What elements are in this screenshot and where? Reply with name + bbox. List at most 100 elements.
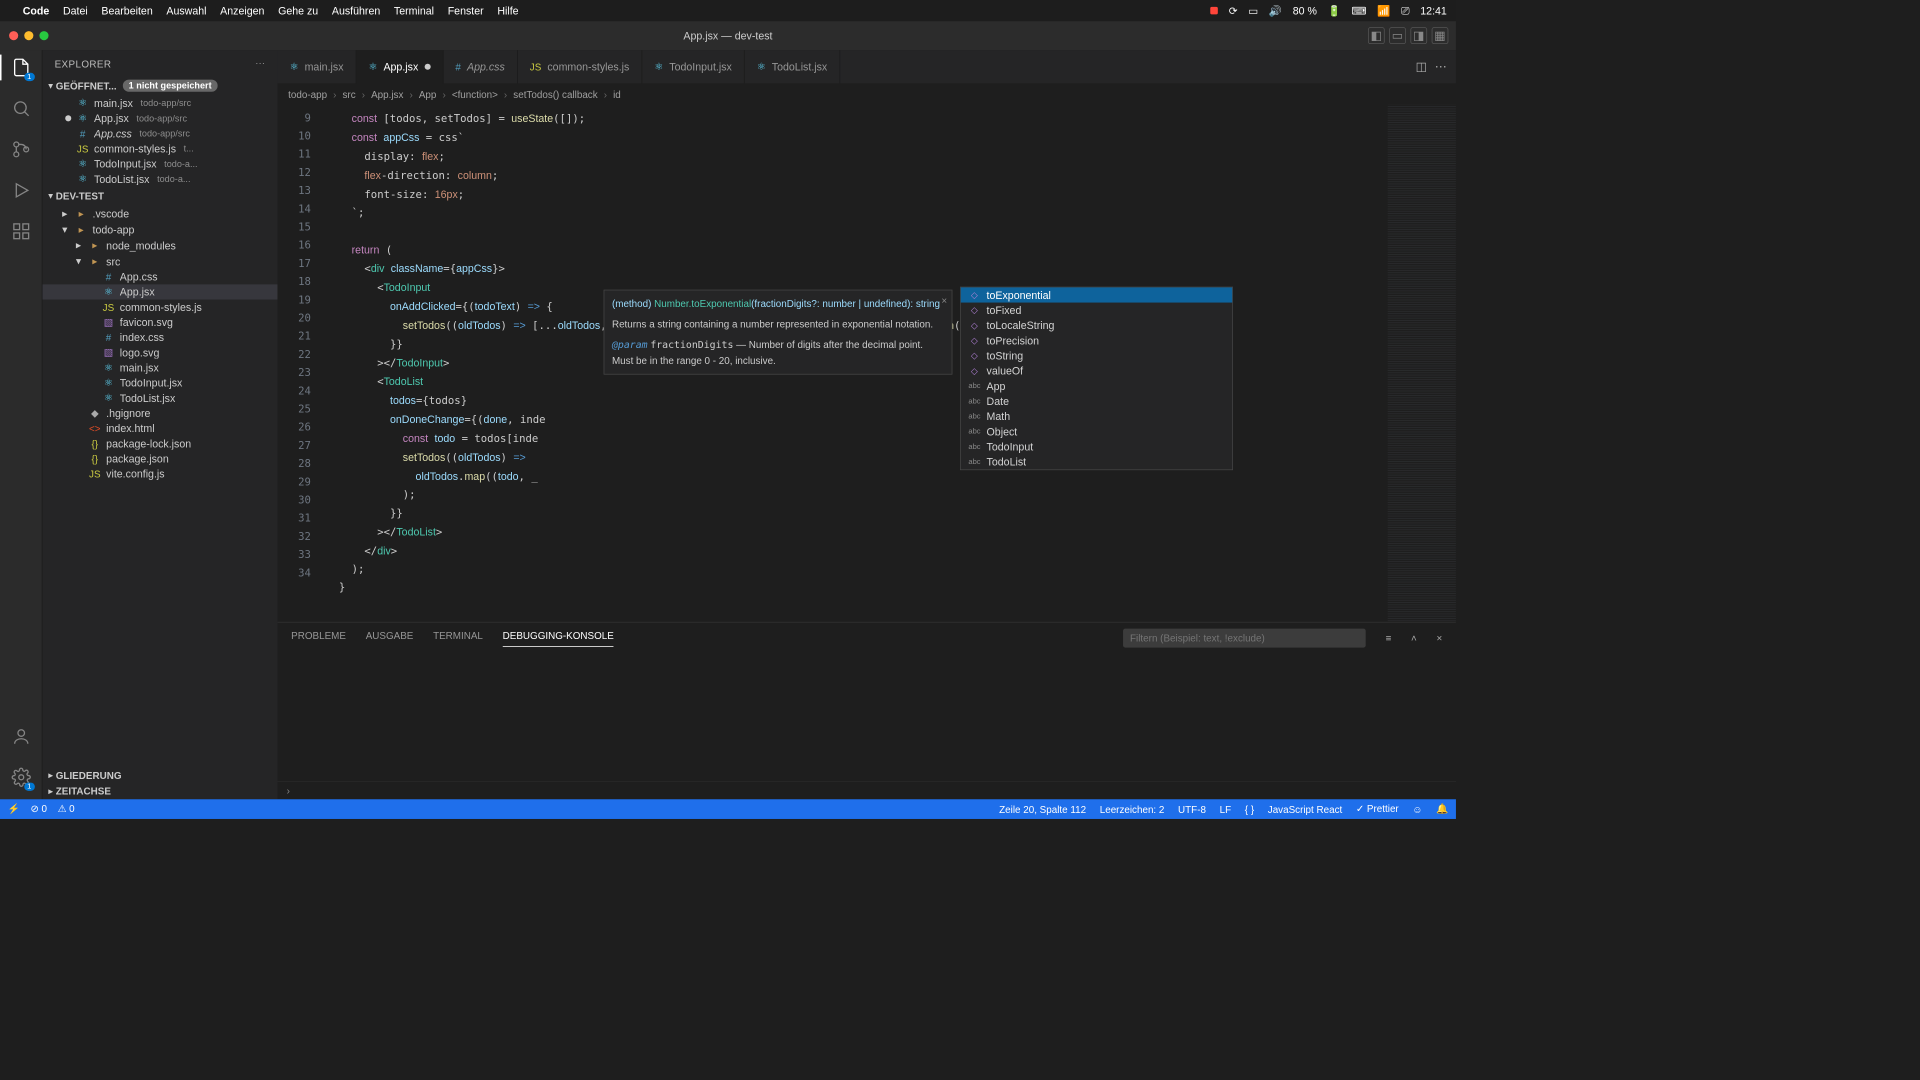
maximize-window-button[interactable] (39, 31, 48, 40)
file-tree-item[interactable]: ⚛App.jsx (42, 284, 277, 299)
suggestion-item[interactable]: abcTodoList (961, 454, 1232, 469)
remote-indicator[interactable]: ⚡ (8, 803, 20, 815)
suggestion-item[interactable]: abcMath (961, 409, 1232, 424)
encoding[interactable]: UTF-8 (1178, 803, 1206, 814)
project-header[interactable]: ▾ DEV-TEST (42, 188, 277, 204)
wifi-icon[interactable]: 📶 (1377, 4, 1390, 17)
account-activity-icon[interactable] (9, 725, 32, 748)
filter-settings-icon[interactable]: ≡ (1386, 632, 1392, 643)
status-time[interactable]: 12:41 (1420, 5, 1447, 17)
status-display-icon[interactable]: ▭ (1248, 4, 1258, 17)
suggestion-item[interactable]: abcDate (961, 394, 1232, 409)
menu-ausfuehren[interactable]: Ausführen (332, 5, 380, 17)
warnings-count[interactable]: ⚠ 0 (58, 803, 75, 815)
suggestion-item[interactable]: ◇toString (961, 348, 1232, 363)
close-window-button[interactable] (9, 31, 18, 40)
editor-tab[interactable]: ⚛App.jsx (356, 50, 443, 83)
open-editor-item[interactable]: ⚛main.jsxtodo-app/src (42, 96, 277, 111)
suggestion-item[interactable]: abcTodoInput (961, 439, 1232, 454)
layout-customize-icon[interactable]: ▦ (1432, 27, 1449, 44)
file-tree-item[interactable]: {}package-lock.json (42, 436, 277, 451)
split-editor-icon[interactable]: ◫ (1416, 59, 1427, 74)
status-battery[interactable]: 80 % (1293, 5, 1317, 17)
file-tree-item[interactable]: ▾▸src (42, 253, 277, 269)
menu-auswahl[interactable]: Auswahl (166, 5, 206, 17)
breadcrumb-segment[interactable]: setTodos() callback (513, 88, 597, 99)
chevron-up-icon[interactable]: ˄ (1411, 632, 1417, 643)
file-tree-item[interactable]: {}package.json (42, 451, 277, 466)
file-tree-item[interactable]: ⚛main.jsx (42, 360, 277, 375)
explorer-more-icon[interactable]: ⋯ (255, 58, 265, 70)
notifications-icon[interactable]: 🔔 (1436, 803, 1448, 815)
layout-panel-icon[interactable]: ▭ (1389, 27, 1406, 44)
breadcrumb-segment[interactable]: todo-app (288, 88, 327, 99)
suggestion-item[interactable]: ◇toFixed (961, 303, 1232, 318)
panel-tab[interactable]: PROBLEME (291, 630, 346, 646)
language-mode[interactable]: JavaScript React (1268, 803, 1343, 814)
suggestion-item[interactable]: ◇toExponential (961, 287, 1232, 302)
run-debug-activity-icon[interactable] (9, 179, 32, 202)
settings-activity-icon[interactable]: 1 (9, 766, 32, 789)
menu-datei[interactable]: Datei (63, 5, 88, 17)
breadcrumb-segment[interactable]: id (613, 88, 621, 99)
breadcrumb-path-bar[interactable]: › (278, 781, 1456, 799)
keyboard-icon[interactable]: ⌨ (1351, 4, 1366, 17)
minimize-window-button[interactable] (24, 31, 33, 40)
menu-terminal[interactable]: Terminal (394, 5, 434, 17)
explorer-activity-icon[interactable]: 1 (9, 56, 32, 79)
minimap[interactable] (1388, 105, 1456, 622)
suggestion-item[interactable]: ◇toPrecision (961, 333, 1232, 348)
file-tree-item[interactable]: #App.css (42, 269, 277, 284)
file-tree-item[interactable]: ▾▸todo-app (42, 221, 277, 237)
filter-input[interactable] (1123, 629, 1366, 648)
editor-tab[interactable]: JScommon-styles.js (518, 50, 643, 83)
menu-bearbeiten[interactable]: Bearbeiten (101, 5, 152, 17)
outline-header[interactable]: ▸ GLIEDERUNG (42, 767, 277, 783)
source-control-activity-icon[interactable] (9, 138, 32, 161)
indentation[interactable]: Leerzeichen: 2 (1100, 803, 1165, 814)
close-panel-icon[interactable]: × (1437, 632, 1443, 643)
file-tree-item[interactable]: JScommon-styles.js (42, 300, 277, 315)
extensions-activity-icon[interactable] (9, 220, 32, 243)
breadcrumb[interactable]: todo-app›src›App.jsx›App›<function>›setT… (278, 83, 1456, 104)
breadcrumb-segment[interactable]: App (419, 88, 437, 99)
menu-gehezu[interactable]: Gehe zu (278, 5, 318, 17)
suggestion-item[interactable]: ◇valueOf (961, 363, 1232, 378)
file-tree-item[interactable]: <>index.html (42, 421, 277, 436)
editor-tab[interactable]: ⚛main.jsx (278, 50, 357, 83)
errors-count[interactable]: ⊘ 0 (30, 803, 46, 815)
panel-tab[interactable]: DEBUGGING-KONSOLE (503, 630, 614, 647)
file-tree-item[interactable]: ⚛TodoList.jsx (42, 391, 277, 406)
open-editor-item[interactable]: ⚛App.jsxtodo-app/src (42, 111, 277, 126)
breadcrumb-segment[interactable]: src (343, 88, 356, 99)
app-name[interactable]: Code (23, 5, 50, 17)
file-tree-item[interactable]: ▧favicon.svg (42, 315, 277, 330)
more-actions-icon[interactable]: ⋯ (1435, 59, 1447, 74)
panel-tab[interactable]: TERMINAL (433, 630, 483, 646)
status-record-icon[interactable] (1210, 7, 1218, 15)
status-sound-icon[interactable]: 🔊 (1269, 4, 1282, 17)
layout-sidebar-left-icon[interactable]: ◧ (1368, 27, 1385, 44)
file-tree-item[interactable]: JSvite.config.js (42, 466, 277, 481)
file-tree-item[interactable]: ⚛TodoInput.jsx (42, 375, 277, 390)
search-activity-icon[interactable] (9, 97, 32, 120)
open-editor-item[interactable]: ⚛TodoInput.jsxtodo-a... (42, 156, 277, 171)
close-icon[interactable]: × (941, 293, 947, 308)
suggestion-item[interactable]: ◇toLocaleString (961, 318, 1232, 333)
menu-hilfe[interactable]: Hilfe (497, 5, 518, 17)
suggestion-item[interactable]: abcApp (961, 378, 1232, 393)
file-tree-item[interactable]: ▸▸.vscode (42, 205, 277, 221)
panel-tab[interactable]: AUSGABE (366, 630, 414, 646)
open-editor-item[interactable]: #App.csstodo-app/src (42, 126, 277, 141)
file-tree-item[interactable]: #index.css (42, 330, 277, 345)
breadcrumb-segment[interactable]: <function> (452, 88, 498, 99)
feedback-icon[interactable]: ☺ (1412, 803, 1422, 814)
open-editor-item[interactable]: ⚛TodoList.jsxtodo-a... (42, 171, 277, 186)
cursor-position[interactable]: Zeile 20, Spalte 112 (999, 803, 1086, 814)
breadcrumb-segment[interactable]: App.jsx (371, 88, 403, 99)
prettier-status[interactable]: ✓ Prettier (1356, 803, 1399, 815)
control-center-icon[interactable]: ⎚ (1401, 4, 1409, 17)
menu-anzeigen[interactable]: Anzeigen (220, 5, 264, 17)
editor-tab[interactable]: ⚛TodoList.jsx (745, 50, 840, 83)
open-editors-header[interactable]: ▾ GEÖFFNET... 1 nicht gespeichert (42, 77, 277, 94)
